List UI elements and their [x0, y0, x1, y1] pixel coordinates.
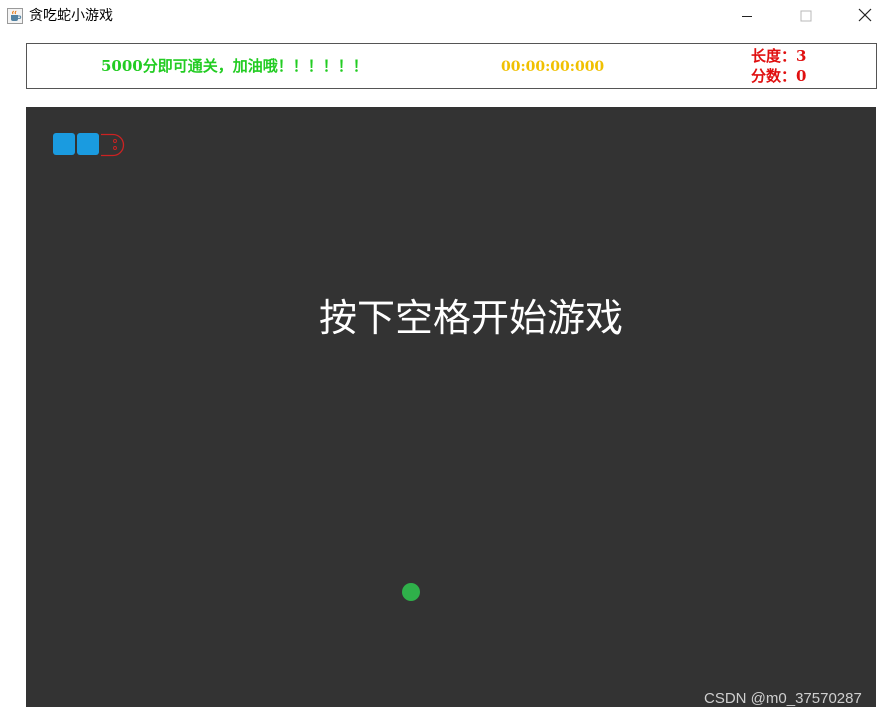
- minimize-button[interactable]: [724, 0, 770, 32]
- maximize-icon: [800, 7, 812, 26]
- snake-body-segment: [53, 133, 75, 155]
- goal-message: 5000分即可通关，加油哦！！！！！！: [101, 57, 368, 75]
- java-cup-icon: [7, 8, 23, 24]
- score-label: 分数：0: [751, 67, 807, 85]
- maximize-button[interactable]: [783, 0, 829, 32]
- title-bar: 贪吃蛇小游戏: [0, 0, 896, 32]
- start-game-prompt: 按下空格开始游戏: [318, 296, 623, 340]
- snake-body-segment: [77, 133, 99, 155]
- snake-length-label: 长度：3: [751, 47, 807, 65]
- minimize-icon: [741, 7, 753, 26]
- csdn-watermark: CSDN @m0_37570287: [704, 690, 862, 707]
- game-board[interactable]: 按下空格开始游戏: [26, 107, 876, 707]
- close-icon: [858, 7, 872, 26]
- snake-head-icon: [100, 133, 126, 157]
- close-button[interactable]: [842, 0, 888, 32]
- window-title: 贪吃蛇小游戏: [29, 8, 113, 24]
- food-pellet: [402, 583, 420, 601]
- info-panel: 5000分即可通关，加油哦！！！！！！ 00:00:00:000 长度：3 分数…: [26, 43, 877, 89]
- game-timer: 00:00:00:000: [501, 59, 605, 75]
